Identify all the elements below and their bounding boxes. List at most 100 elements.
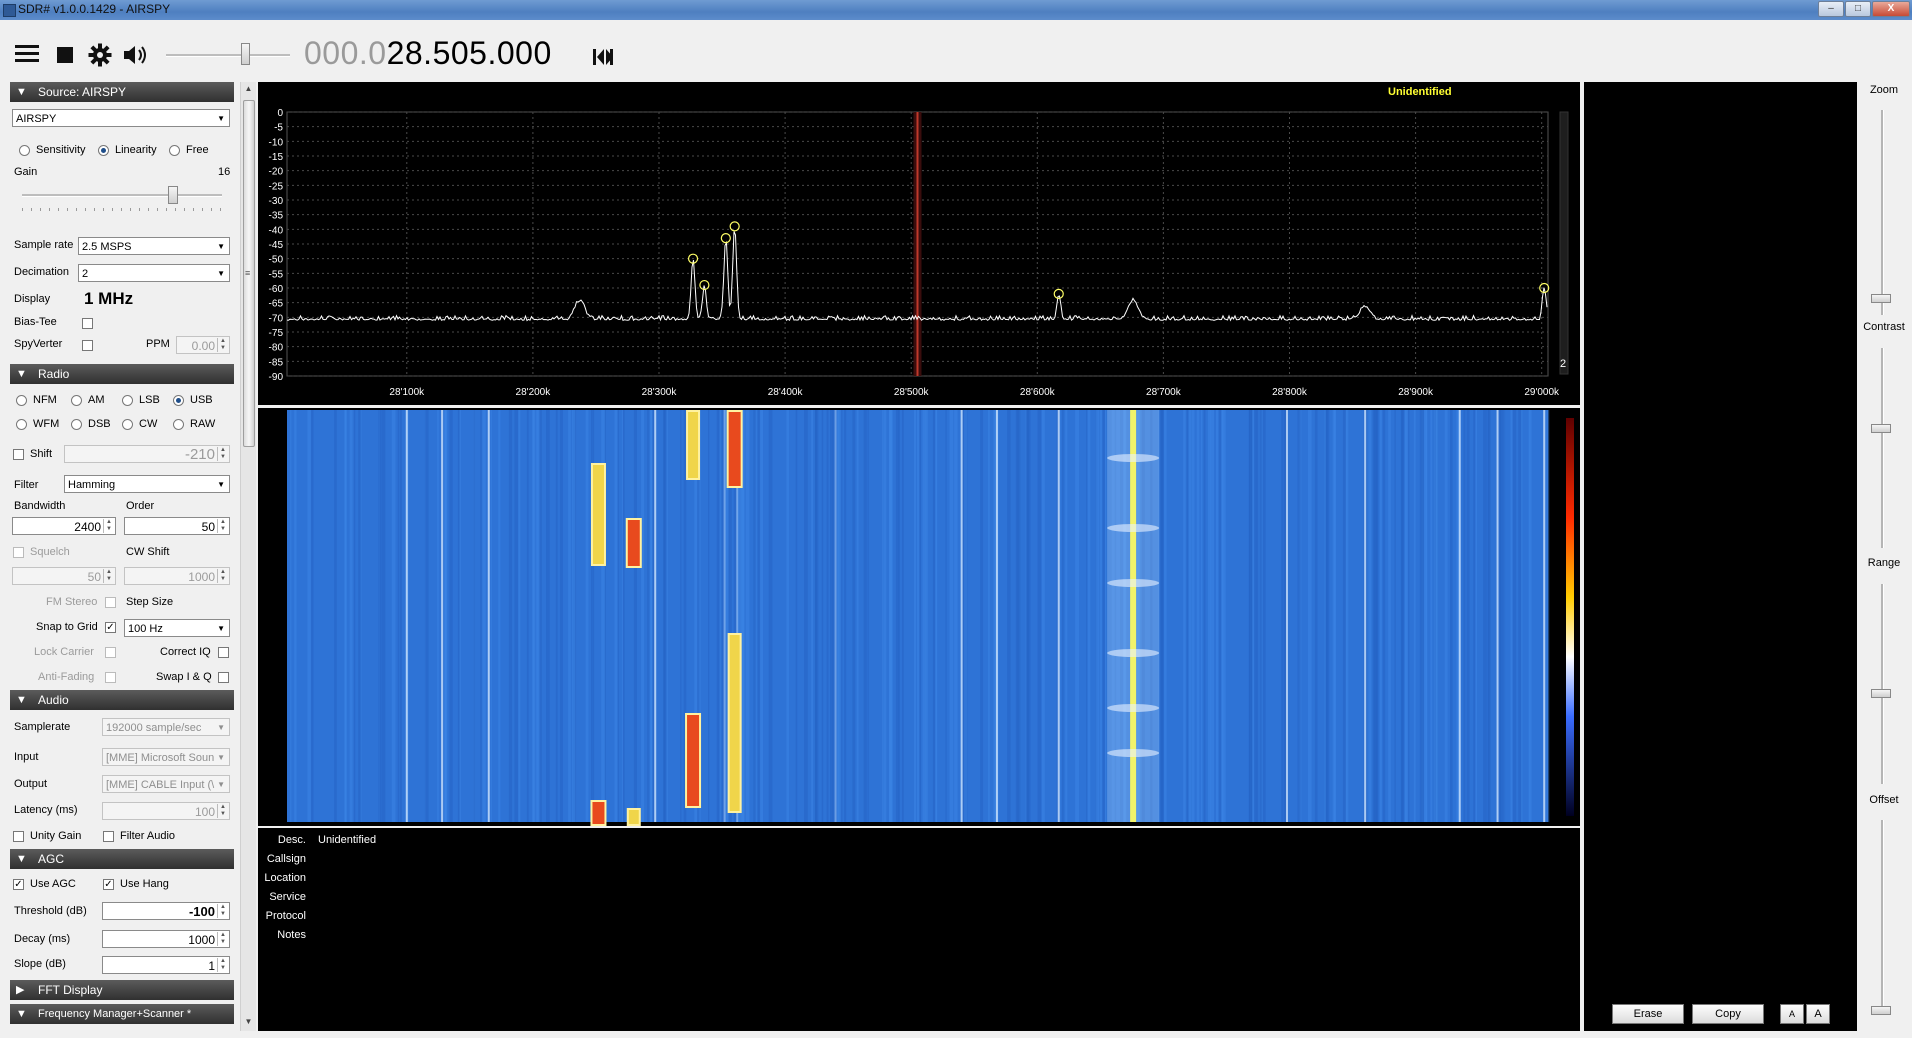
radio-nfm[interactable]: [16, 395, 27, 406]
radio-wfm[interactable]: [16, 419, 27, 430]
panel-splitter-grip[interactable]: ≡: [245, 268, 251, 280]
fft-display-section-header[interactable]: ▶ FFT Display: [10, 980, 234, 1000]
shift-input[interactable]: -210 ▲ ▼: [64, 445, 230, 463]
frequency-manager-section-header[interactable]: ▼ Frequency Manager+Scanner *: [10, 1004, 234, 1024]
bandwidth-input[interactable]: 2400 ▲ ▼: [12, 517, 116, 535]
audio-output-select[interactable]: [MME] CABLE Input (\ ▼: [102, 775, 230, 793]
waterfall-texture: [919, 410, 921, 822]
shift-label: Shift: [30, 448, 53, 460]
radio-raw[interactable]: [173, 419, 184, 430]
spectrum-plot[interactable]: 0 -5 -10 -15 -20 -25 -30 -35 -40 -45 -50 -55 -60 -65 -…: [258, 82, 1580, 405]
unity-gain-checkbox[interactable]: [13, 831, 24, 842]
scroll-down-icon[interactable]: ▼: [243, 1017, 254, 1026]
order-input[interactable]: 50 ▲ ▼: [124, 517, 230, 535]
frequency-leading-digits[interactable]: 000.0: [304, 35, 387, 71]
left-panel-scrollbar[interactable]: ▲ ▼: [240, 82, 256, 1031]
lock-carrier-checkbox[interactable]: [105, 647, 116, 658]
filter-select[interactable]: Hamming ▼: [64, 475, 230, 493]
shift-checkbox[interactable]: [13, 449, 24, 460]
use-agc-checkbox[interactable]: ✓: [13, 879, 24, 890]
mode-free-radio[interactable]: [169, 145, 180, 156]
offset-slider-thumb[interactable]: [1871, 1006, 1891, 1015]
source-section-header[interactable]: ▼ Source: AIRSPY: [10, 82, 234, 102]
gain-slider-thumb[interactable]: [167, 186, 178, 204]
filter-audio-checkbox[interactable]: [103, 831, 114, 842]
audio-samplerate-select[interactable]: 192000 sample/sec ▼: [102, 718, 230, 736]
threshold-label: Threshold (dB): [14, 905, 87, 917]
waterfall-display[interactable]: [258, 408, 1580, 826]
waterfall-texture: [830, 410, 833, 822]
scroll-up-icon[interactable]: ▲: [243, 84, 254, 93]
waterfall-texture: [1324, 410, 1326, 822]
squelch-checkbox[interactable]: [13, 547, 24, 558]
waterfall-plot[interactable]: [258, 408, 1580, 826]
x-tick-label: 28'700k: [1146, 387, 1182, 398]
radio-section-header[interactable]: ▼ Radio: [10, 364, 234, 384]
copy-button[interactable]: Copy: [1692, 1004, 1764, 1024]
agc-section-header[interactable]: ▼ AGC: [10, 849, 234, 869]
waterfall-texture: [1262, 410, 1266, 822]
waterfall-burst: [688, 412, 699, 478]
use-hang-checkbox[interactable]: ✓: [103, 879, 114, 890]
contrast-slider-thumb[interactable]: [1871, 424, 1891, 434]
title-bar[interactable]: SDR# v1.0.0.1429 - AIRSPY – □ X: [0, 0, 1912, 20]
gain-slider-track[interactable]: [22, 194, 222, 197]
waterfall-faint-line: [834, 410, 837, 822]
bias-tee-checkbox[interactable]: [82, 318, 93, 329]
radio-dsb[interactable]: [71, 419, 82, 430]
contrast-slider-track[interactable]: [1881, 348, 1884, 548]
minimize-button[interactable]: –: [1818, 1, 1844, 17]
erase-button[interactable]: Erase: [1612, 1004, 1684, 1024]
step-size-select[interactable]: 100 Hz ▼: [124, 619, 230, 637]
source-device-select[interactable]: AIRSPY ▼: [12, 109, 230, 127]
spectrum-analyzer[interactable]: 0 -5 -10 -15 -20 -25 -30 -35 -40 -45 -50 -55 -60 -65 -…: [258, 82, 1580, 405]
zoom-slider-track[interactable]: [1881, 110, 1884, 315]
threshold-input[interactable]: -100 ▲ ▼: [102, 902, 230, 920]
radio-usb[interactable]: [173, 395, 184, 406]
ppm-input[interactable]: 0.00 ▲ ▼: [176, 336, 230, 354]
frequency-manager-panel[interactable]: Erase Copy A A: [1584, 82, 1857, 1031]
cw-shift-input[interactable]: 1000 ▲ ▼: [124, 567, 230, 585]
fm-stereo-checkbox[interactable]: [105, 597, 116, 608]
correct-iq-checkbox[interactable]: [218, 647, 229, 658]
menu-button[interactable]: [14, 42, 40, 67]
audio-input-select[interactable]: [MME] Microsoft Soun ▼: [102, 748, 230, 766]
offset-slider-track[interactable]: [1881, 820, 1884, 1015]
waterfall-texture: [1200, 410, 1203, 822]
font-smaller-button[interactable]: A: [1780, 1004, 1804, 1024]
maximize-button[interactable]: □: [1845, 1, 1871, 17]
swap-iq-checkbox[interactable]: [218, 672, 229, 683]
zoom-slider-thumb[interactable]: [1871, 294, 1891, 304]
slope-input[interactable]: 1 ▲ ▼: [102, 956, 230, 974]
frequency-digits[interactable]: 28.505.000: [387, 35, 552, 71]
range-slider-thumb[interactable]: [1871, 689, 1891, 699]
sample-rate-select[interactable]: 2.5 MSPS ▼: [78, 237, 230, 255]
spyverter-checkbox[interactable]: [82, 340, 93, 351]
radio-cw[interactable]: [122, 419, 133, 430]
volume-slider-track[interactable]: [166, 54, 290, 57]
anti-fading-checkbox[interactable]: [105, 672, 116, 683]
y-tick-label: -80: [269, 343, 284, 354]
latency-input[interactable]: 100 ▲ ▼: [102, 802, 230, 820]
volume-slider-thumb[interactable]: [240, 43, 250, 65]
decay-input[interactable]: 1000 ▲ ▼: [102, 930, 230, 948]
audio-mute-button[interactable]: [122, 44, 150, 69]
mode-sensitivity-radio[interactable]: [19, 145, 30, 156]
font-larger-button[interactable]: A: [1806, 1004, 1830, 1024]
waterfall-texture: [1488, 410, 1490, 822]
mode-linearity-radio[interactable]: [98, 145, 109, 156]
close-button[interactable]: X: [1872, 1, 1910, 17]
stop-button[interactable]: [56, 46, 74, 67]
audio-section-header[interactable]: ▼ Audio: [10, 690, 234, 710]
radio-am[interactable]: [71, 395, 82, 406]
frequency-display[interactable]: 000.028.505.000: [304, 35, 552, 72]
settings-button[interactable]: [88, 43, 112, 70]
radio-lsb[interactable]: [122, 395, 133, 406]
snap-to-grid-checkbox[interactable]: ✓: [105, 622, 116, 633]
tune-step-button[interactable]: [592, 47, 614, 70]
range-slider-track[interactable]: [1881, 584, 1884, 784]
waterfall-burst: [627, 520, 640, 566]
decimation-select[interactable]: 2 ▼: [78, 264, 230, 282]
squelch-input[interactable]: 50 ▲ ▼: [12, 567, 116, 585]
waterfall-texture: [1503, 410, 1506, 822]
